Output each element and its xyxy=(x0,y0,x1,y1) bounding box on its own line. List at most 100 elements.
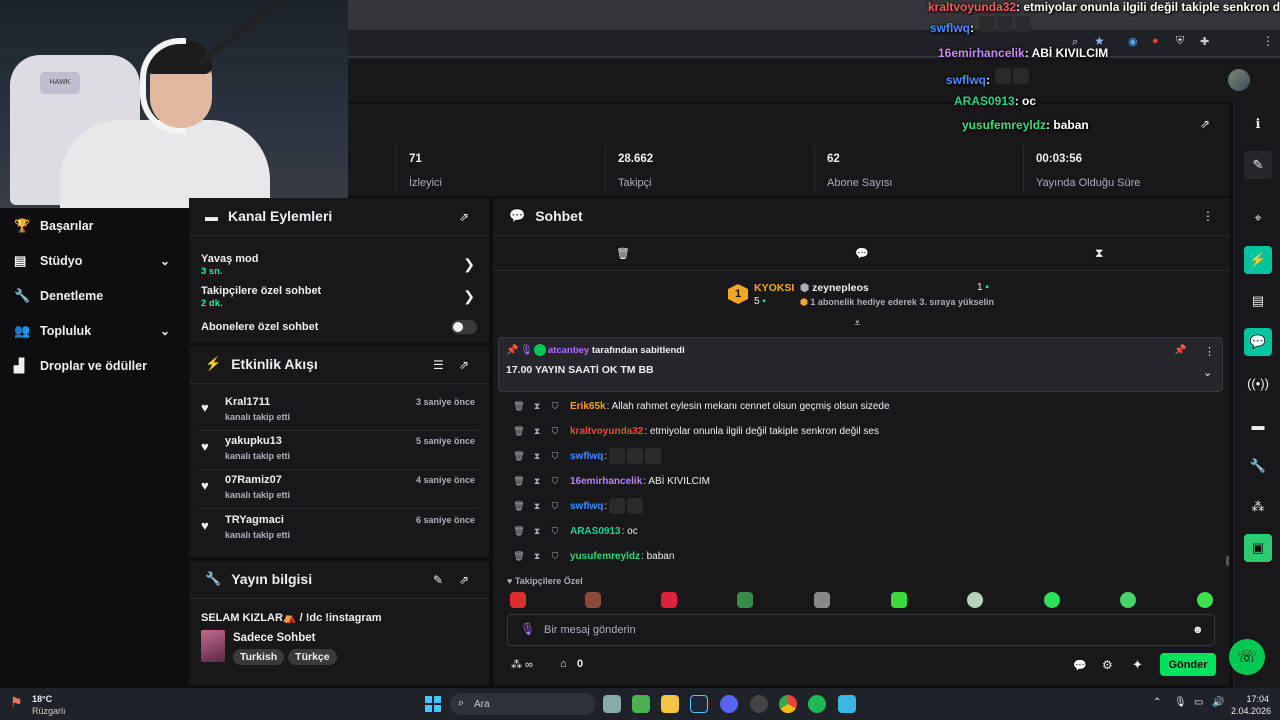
file-explorer-icon[interactable] xyxy=(661,695,679,713)
hourglass-icon[interactable]: ⧗ xyxy=(530,476,544,487)
trash-icon[interactable]: 🗑 xyxy=(616,247,630,260)
mod-shield-icon[interactable]: ⛉ xyxy=(548,476,562,487)
taskbar-search[interactable] xyxy=(450,693,596,715)
chat-username[interactable]: Erik65k xyxy=(570,401,606,412)
category-thumbnail[interactable] xyxy=(201,630,225,662)
more-options-icon[interactable]: ⋮ xyxy=(1204,345,1215,358)
hourglass-icon[interactable]: ⧗ xyxy=(530,551,544,562)
emoji-icon[interactable]: ☻ xyxy=(1192,624,1204,636)
emote-button[interactable] xyxy=(661,592,677,608)
broadcast-icon[interactable]: ((•)) xyxy=(1244,369,1272,397)
trash-icon[interactable]: 🗑 xyxy=(512,526,526,537)
drops-icon[interactable]: ⁂ xyxy=(1244,493,1272,521)
mic-tray-icon[interactable]: 🎙 xyxy=(1174,697,1187,708)
chat-username[interactable]: 16emirhancelik xyxy=(570,476,642,487)
tag-pill[interactable]: Turkish xyxy=(233,649,285,665)
user-avatar[interactable] xyxy=(1228,69,1250,91)
emote-button[interactable] xyxy=(510,592,526,608)
puzzle-icon[interactable]: ✚ xyxy=(1200,35,1209,48)
stream-category[interactable]: Sadece Sohbet xyxy=(233,632,315,644)
mod-shield-icon[interactable]: ⛉ xyxy=(548,426,562,437)
emote-button[interactable] xyxy=(585,592,601,608)
extension-icon[interactable]: ▣ xyxy=(1244,534,1272,562)
network-icon[interactable]: ▭ xyxy=(1194,697,1203,708)
wrench-icon[interactable]: 🔧 xyxy=(1244,452,1272,480)
more-options-icon[interactable]: ⋮ xyxy=(1202,209,1214,223)
chat-username[interactable]: ARAS0913 xyxy=(570,526,621,537)
emote-button[interactable] xyxy=(1120,592,1136,608)
emote-button[interactable] xyxy=(737,592,753,608)
chat-username[interactable]: swflwq xyxy=(570,451,603,462)
nav-studio[interactable]: ▤ Stüdyo ⌄ xyxy=(0,247,188,275)
clock-time[interactable]: 17:04 xyxy=(1243,694,1269,704)
gear-icon[interactable]: ⚙ xyxy=(1102,658,1113,672)
task-view-icon[interactable] xyxy=(603,695,621,713)
nav-drops[interactable]: ▟ Droplar ve ödüller xyxy=(0,352,188,380)
nav-achievements[interactable]: 🏆 Başarılar xyxy=(0,212,188,240)
store-icon[interactable]: ⌂ xyxy=(560,658,567,670)
mod-shield-icon[interactable]: ⛉ xyxy=(548,451,562,462)
trash-icon[interactable]: 🗑 xyxy=(512,401,526,412)
followers-only-row[interactable]: Takipçilere özel sohbet 2 dk. ❯ xyxy=(189,282,489,312)
nav-community[interactable]: 👥 Topluluk ⌄ xyxy=(0,317,188,345)
popout-icon[interactable]: ⇗ xyxy=(459,358,469,372)
shield-icon[interactable]: ⛨ xyxy=(1176,35,1184,48)
mod-shield-icon[interactable]: ⛉ xyxy=(548,551,562,562)
emote-button[interactable] xyxy=(891,592,907,608)
clip-icon[interactable]: ⌖ xyxy=(1244,204,1272,232)
send-button[interactable]: Gönder xyxy=(1160,653,1216,676)
weather-icon[interactable]: ⚑ xyxy=(10,694,23,711)
clock-date[interactable]: 2.04.2026 xyxy=(1231,706,1271,716)
notepad-icon[interactable] xyxy=(838,695,856,713)
mic-icon[interactable]: 🎙 xyxy=(520,622,535,636)
leaderboard-top-user[interactable]: KYOKSI xyxy=(754,282,794,294)
emote-button[interactable] xyxy=(967,592,983,608)
support-chat-button[interactable]: ☏ xyxy=(1229,639,1265,675)
subs-only-toggle[interactable] xyxy=(451,320,477,334)
trash-icon[interactable]: 🗑 xyxy=(512,476,526,487)
popout-icon[interactable]: ⇗ xyxy=(459,210,469,224)
volume-icon[interactable]: 🔊 xyxy=(1212,697,1224,708)
hourglass-icon[interactable]: ⧗ xyxy=(1095,246,1103,261)
obs-icon[interactable] xyxy=(750,695,768,713)
trash-icon[interactable]: 🗑 xyxy=(512,551,526,562)
unpin-icon[interactable]: 📌 xyxy=(1174,345,1186,356)
emote-button[interactable] xyxy=(1197,592,1213,608)
popout-icon[interactable]: ⇗ xyxy=(1200,117,1210,131)
points-icon[interactable]: ⁂ ∞ xyxy=(511,658,533,671)
chat-icon[interactable]: 💬 xyxy=(1244,328,1272,356)
browser-menu-icon[interactable]: ⋮ xyxy=(1262,34,1274,48)
chevron-down-icon[interactable]: ⌄ xyxy=(1203,366,1212,379)
emote-button[interactable] xyxy=(1044,592,1060,608)
bot-icon[interactable]: ✦ xyxy=(1132,657,1143,673)
hourglass-icon[interactable]: ⧗ xyxy=(530,526,544,537)
trash-icon[interactable]: 🗑 xyxy=(512,451,526,462)
discord-icon[interactable] xyxy=(720,695,738,713)
tray-chevron-icon[interactable]: ⌃ xyxy=(1153,697,1161,708)
tag-pill[interactable]: Türkçe xyxy=(288,649,337,665)
spotify-icon[interactable] xyxy=(808,695,826,713)
extension-icon[interactable]: ● xyxy=(1152,35,1159,47)
hourglass-icon[interactable]: ⧗ xyxy=(530,401,544,412)
pencil-icon[interactable]: ✎ xyxy=(1244,151,1272,179)
chat-bubble-icon[interactable]: 💬 xyxy=(855,247,869,260)
mod-shield-icon[interactable]: ⛉ xyxy=(548,526,562,537)
hourglass-icon[interactable]: ⧗ xyxy=(530,426,544,437)
nav-moderation[interactable]: 🔧 Denetleme xyxy=(0,282,188,310)
chrome-icon[interactable] xyxy=(779,695,797,713)
pinned-user[interactable]: atcanbey xyxy=(548,345,589,356)
chat-username[interactable]: swflwq xyxy=(570,501,603,512)
browser-address-bar[interactable] xyxy=(348,30,1280,56)
windows-start-icon[interactable] xyxy=(425,696,441,712)
extension-icon[interactable]: ◉ xyxy=(1128,35,1138,48)
trash-icon[interactable]: 🗑 xyxy=(512,426,526,437)
mod-shield-icon[interactable]: ⛉ xyxy=(548,501,562,512)
info-icon[interactable]: ℹ xyxy=(1244,110,1272,138)
chat-username[interactable]: kraltvoyunda32 xyxy=(570,426,643,437)
minecraft-icon[interactable] xyxy=(632,695,650,713)
pencil-icon[interactable]: ✎ xyxy=(433,573,443,587)
chat-username[interactable]: yusufemreyldz xyxy=(570,551,640,562)
leaderboard-gifter[interactable]: ⬢ zeynepleos xyxy=(800,282,869,294)
emote-button[interactable] xyxy=(814,592,830,608)
slow-mode-row[interactable]: Yavaş mod 3 sn. ❯ xyxy=(189,250,489,280)
